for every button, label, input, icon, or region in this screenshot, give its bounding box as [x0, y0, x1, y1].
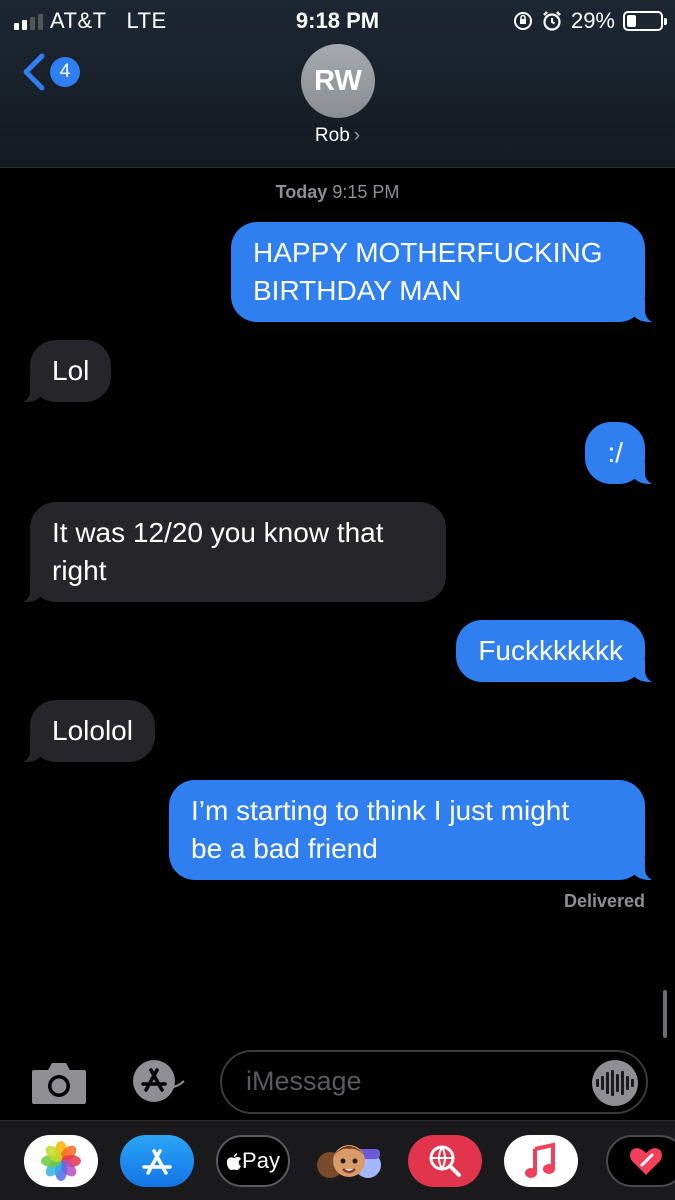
- app-store-glyph-icon: [142, 1149, 172, 1175]
- memoji-app-icon[interactable]: [312, 1135, 386, 1187]
- message-input[interactable]: iMessage: [220, 1050, 648, 1114]
- incoming-message[interactable]: Lol: [9, 340, 112, 403]
- digital-touch-app-icon[interactable]: [606, 1135, 675, 1187]
- web-search-app-icon[interactable]: [408, 1135, 482, 1187]
- audio-message-icon[interactable]: [592, 1060, 638, 1106]
- apple-logo-icon: [226, 1153, 242, 1170]
- incoming-message[interactable]: Lololol: [10, 700, 155, 763]
- status-right: 29%: [513, 8, 667, 34]
- camera-icon[interactable]: [30, 1060, 88, 1106]
- contact-name-button[interactable]: Rob ›: [0, 125, 675, 147]
- orientation-lock-icon: [513, 12, 532, 30]
- outgoing-message[interactable]: Fuckkkkkkk: [456, 620, 665, 683]
- apple-pay-label: Pay: [242, 1148, 280, 1173]
- back-button[interactable]: 4: [20, 52, 80, 92]
- battery-percent: 29%: [570, 8, 615, 33]
- outgoing-message[interactable]: :/: [585, 422, 665, 485]
- globe-search-icon: [429, 1145, 461, 1177]
- heart-touch-icon: [630, 1148, 662, 1175]
- photos-flower-icon: [41, 1141, 81, 1181]
- status-bar: AT&T LTE 9:18 PM 29%: [0, 6, 675, 34]
- alarm-icon: [543, 11, 561, 31]
- battery-icon: [623, 11, 667, 31]
- photos-app-icon[interactable]: [24, 1135, 98, 1187]
- message-input-placeholder: iMessage: [246, 1066, 362, 1096]
- chevron-left-icon: [23, 53, 45, 91]
- battery-level: [627, 15, 636, 27]
- conversation-timestamp: Today 9:15 PM: [0, 182, 675, 203]
- timestamp-time: 9:15 PM: [332, 182, 400, 202]
- apple-pay-app-icon[interactable]: Pay: [216, 1135, 290, 1187]
- music-app-icon[interactable]: [504, 1135, 578, 1187]
- unread-count-badge: 4: [50, 57, 80, 87]
- memoji-faces-icon: [317, 1145, 381, 1178]
- contact-name: Rob: [314, 125, 350, 146]
- app-store-app-icon[interactable]: [120, 1135, 194, 1187]
- outgoing-message[interactable]: I’m starting to think I just might be a …: [169, 780, 665, 881]
- outgoing-message[interactable]: HAPPY MOTHERFUCKING BIRTHDAY MAN: [231, 222, 665, 323]
- scrollbar[interactable]: [663, 990, 667, 1038]
- delivery-status: Delivered: [563, 891, 645, 911]
- app-store-icon[interactable]: [126, 1058, 188, 1104]
- chevron-right-icon: ›: [353, 125, 361, 146]
- incoming-message[interactable]: It was 12/20 you know that right: [10, 502, 446, 603]
- timestamp-day: Today: [275, 182, 328, 202]
- app-drawer: Pay: [0, 1120, 675, 1200]
- contact-avatar[interactable]: RW: [301, 44, 375, 118]
- conversation-header: AT&T LTE 9:18 PM 29% 4 RW Rob ›: [0, 0, 675, 168]
- music-note-icon: [525, 1142, 555, 1178]
